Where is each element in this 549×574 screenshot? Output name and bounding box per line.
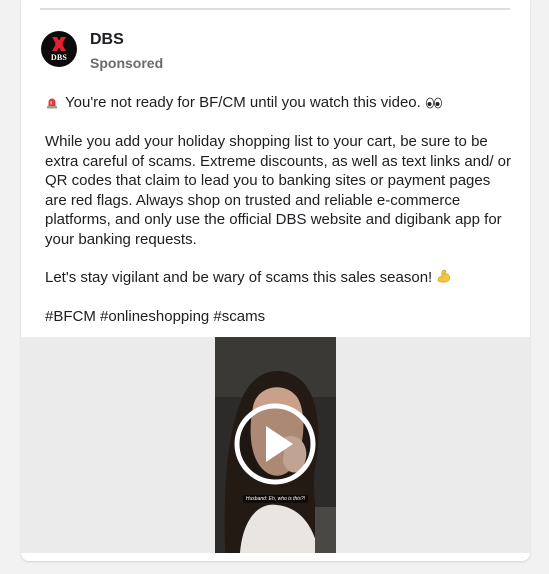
post-headline-line: You're not ready for BF/CM until you wat… bbox=[45, 93, 515, 115]
sponsored-post-card: DBS DBS Sponsored You're not ready for B… bbox=[21, 0, 530, 561]
post-closing: Let's stay vigilant and be wary of scams… bbox=[45, 269, 433, 286]
video-player[interactable]: Husband: Eh, who is this?! bbox=[215, 337, 336, 553]
divider bbox=[40, 8, 510, 10]
flexed-biceps-icon bbox=[436, 268, 452, 290]
siren-icon bbox=[45, 95, 61, 115]
post-paragraph: While you add your holiday shopping list… bbox=[45, 133, 512, 248]
eyes-icon bbox=[425, 95, 443, 115]
media-container: Husband: Eh, who is this?! bbox=[21, 337, 530, 553]
video-caption: Husband: Eh, who is this?! bbox=[215, 495, 336, 503]
post-closing-line: Let's stay vigilant and be wary of scams… bbox=[45, 268, 515, 290]
sponsored-label[interactable]: Sponsored bbox=[90, 55, 163, 71]
feed-background: DBS DBS Sponsored You're not ready for B… bbox=[0, 0, 549, 574]
play-icon[interactable] bbox=[233, 402, 317, 486]
video-caption-text: Husband: Eh, who is this?! bbox=[242, 495, 309, 503]
post-headline: You're not ready for BF/CM until you wat… bbox=[65, 94, 421, 111]
page-name-link[interactable]: DBS bbox=[90, 31, 124, 49]
avatar-logo-text: DBS bbox=[50, 53, 68, 62]
dbs-logo-avatar[interactable]: DBS bbox=[41, 31, 77, 67]
post-hashtags[interactable]: #BFCM #onlineshopping #scams bbox=[45, 307, 515, 327]
